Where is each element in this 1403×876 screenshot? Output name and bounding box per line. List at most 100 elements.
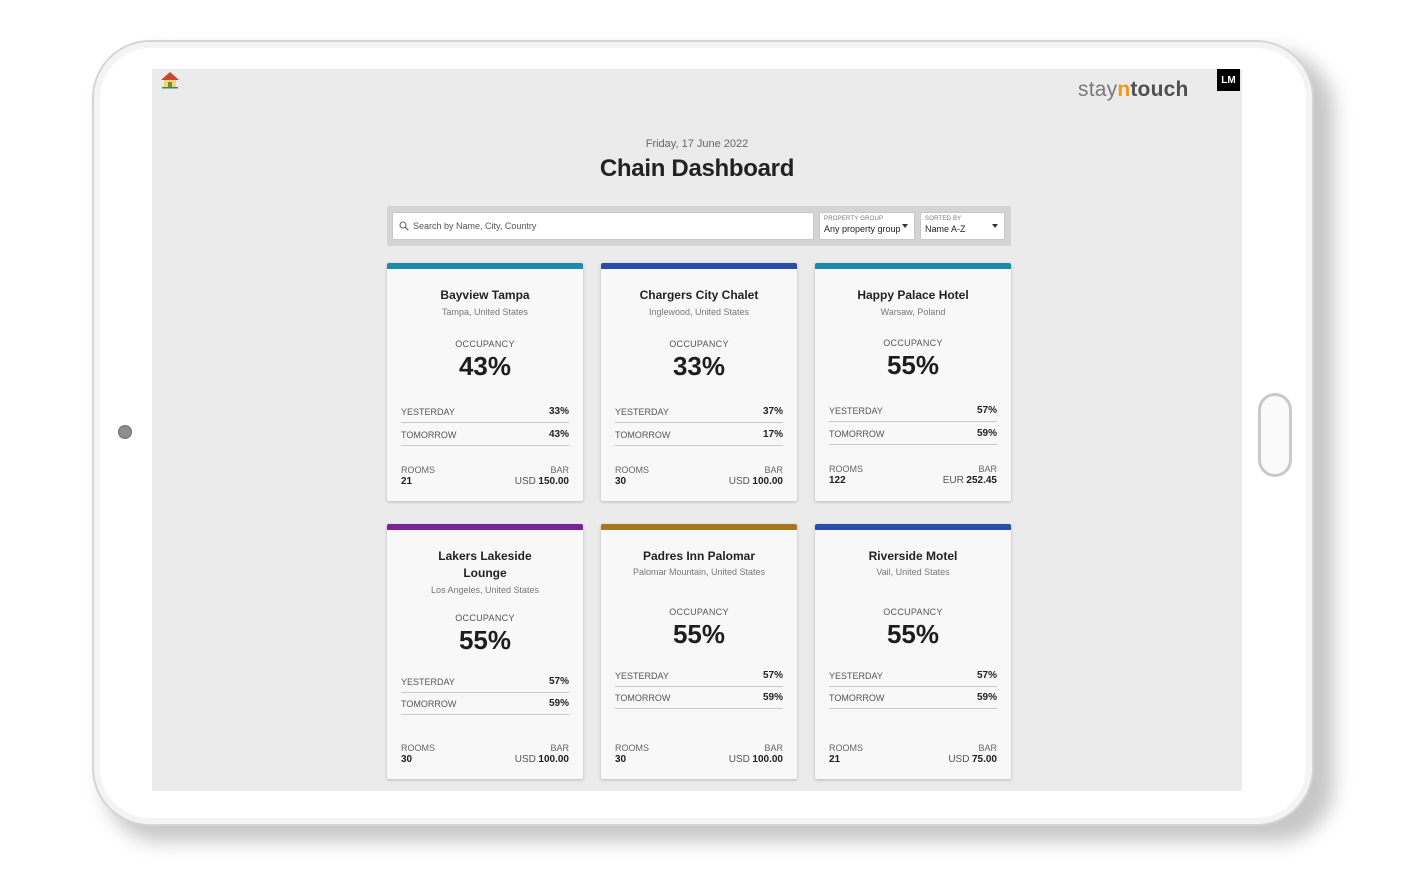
rooms-block: ROOMS 30 — [615, 465, 649, 487]
rooms-label: ROOMS — [615, 465, 650, 475]
bar-label: BAR — [978, 464, 997, 474]
rooms-value: 30 — [615, 754, 627, 765]
home-button[interactable] — [1258, 393, 1292, 477]
card-accent-stripe — [387, 524, 583, 530]
page-date: Friday, 17 June 2022 — [645, 138, 749, 150]
property-card[interactable]: Bayview Tampa Tampa, United States OCCUP… — [387, 263, 583, 501]
yesterday-row: YESTERDAY 57% — [829, 665, 997, 687]
tomorrow-label: TOMORROW — [615, 429, 671, 440]
bar-label: BAR — [764, 743, 783, 753]
sort-label: SORTED BY — [925, 216, 962, 222]
rooms-label: ROOMS — [401, 465, 436, 475]
bar-block: BAR EUR 252.45 — [943, 464, 997, 486]
occupancy-label: OCCUPANCY — [455, 339, 515, 349]
bar-currency: USD — [514, 476, 536, 487]
yesterday-value: 37% — [762, 406, 783, 417]
tomorrow-row: TOMORROW 59% — [829, 423, 997, 445]
occupancy-label: OCCUPANCY — [669, 607, 729, 617]
tomorrow-value: 43% — [548, 429, 569, 440]
camera-icon — [118, 425, 132, 439]
yesterday-label: YESTERDAY — [615, 670, 669, 681]
search-box[interactable] — [392, 212, 814, 240]
occupancy-value: 55% — [886, 619, 940, 649]
property-name: Lakers Lakeside Lounge — [438, 549, 532, 580]
yesterday-row: YESTERDAY 57% — [829, 400, 997, 422]
property-card[interactable]: Padres Inn Palomar Palomar Mountain, Uni… — [601, 524, 797, 779]
page-title: Chain Dashboard — [599, 155, 795, 182]
yesterday-label: YESTERDAY — [829, 405, 883, 416]
occupancy-label: OCCUPANCY — [883, 338, 943, 348]
bar-label: BAR — [550, 743, 569, 753]
brand-logo: stayntouch — [1078, 78, 1189, 101]
rooms-block: ROOMS 21 — [401, 465, 435, 487]
rooms-block: ROOMS 21 — [829, 743, 863, 765]
tomorrow-value: 59% — [976, 428, 997, 439]
occupancy-value: 55% — [458, 625, 512, 655]
bar-currency: EUR — [942, 475, 964, 486]
rooms-block: ROOMS 30 — [401, 743, 435, 765]
tomorrow-label: TOMORROW — [401, 429, 457, 440]
user-avatar[interactable]: LM — [1217, 69, 1240, 91]
yesterday-row: YESTERDAY 37% — [615, 401, 783, 423]
property-location: Los Angeles, United States — [430, 585, 540, 595]
yesterday-row: YESTERDAY 57% — [615, 665, 783, 687]
tomorrow-row: TOMORROW 59% — [829, 687, 997, 709]
hotel-logo-icon[interactable] — [160, 71, 180, 89]
sort-select[interactable]: SORTED BY Name A-Z — [920, 212, 1005, 240]
property-card[interactable]: Chargers City Chalet Inglewood, United S… — [601, 263, 797, 501]
rooms-value: 30 — [401, 754, 413, 765]
tomorrow-label: TOMORROW — [829, 692, 885, 703]
bar-block: BAR USD 100.00 — [729, 743, 783, 765]
rooms-label: ROOMS — [829, 743, 864, 753]
rooms-value: 21 — [829, 754, 841, 765]
yesterday-value: 57% — [762, 670, 783, 681]
card-accent-stripe — [815, 524, 1011, 530]
yesterday-row: YESTERDAY 57% — [401, 671, 569, 693]
property-group-select[interactable]: PROPERTY GROUP Any property group — [819, 212, 915, 240]
rooms-value: 21 — [401, 476, 413, 487]
device-stage: stayntouch LM Friday, 17 June 2022 Chain… — [0, 0, 1403, 876]
bar-block: BAR USD 100.00 — [729, 465, 783, 487]
caret-down-icon — [902, 224, 908, 228]
card-accent-stripe — [387, 263, 583, 269]
bar-block: BAR USD 150.00 — [515, 465, 569, 487]
yesterday-label: YESTERDAY — [615, 406, 669, 417]
tomorrow-value: 59% — [976, 692, 997, 703]
rooms-value: 30 — [615, 476, 627, 487]
bar-label: BAR — [764, 465, 783, 475]
search-icon — [399, 221, 409, 231]
property-name: Padres Inn Palomar — [642, 549, 756, 563]
property-name: Riverside Motel — [868, 549, 958, 563]
property-card[interactable]: Riverside Motel Vail, United States OCCU… — [815, 524, 1011, 779]
property-card[interactable]: Lakers Lakeside Lounge Los Angeles, Unit… — [387, 524, 583, 779]
card-accent-stripe — [601, 263, 797, 269]
tomorrow-row: TOMORROW 59% — [615, 687, 783, 709]
property-group-value: Any property group — [824, 224, 901, 234]
caret-down-icon — [992, 224, 998, 228]
property-location: Warsaw, Poland — [880, 307, 946, 317]
bar-value: 100.00 — [752, 754, 783, 765]
property-card[interactable]: Happy Palace Hotel Warsaw, Poland OCCUPA… — [815, 263, 1011, 501]
bar-label: BAR — [550, 465, 569, 475]
rooms-value: 122 — [829, 475, 846, 486]
yesterday-value: 33% — [548, 406, 569, 417]
rooms-label: ROOMS — [401, 743, 436, 753]
yesterday-value: 57% — [976, 670, 997, 681]
bar-currency: USD — [728, 476, 750, 487]
occupancy-label: OCCUPANCY — [669, 339, 729, 349]
property-group-label: PROPERTY GROUP — [824, 216, 884, 222]
tomorrow-label: TOMORROW — [401, 698, 457, 709]
bar-currency: USD — [948, 754, 970, 765]
card-accent-stripe — [815, 263, 1011, 269]
bar-value: 252.45 — [966, 475, 997, 486]
rooms-label: ROOMS — [829, 464, 864, 474]
occupancy-label: OCCUPANCY — [883, 607, 943, 617]
search-input[interactable] — [413, 221, 793, 231]
occupancy-value: 33% — [672, 351, 726, 381]
bar-currency: USD — [728, 754, 750, 765]
occupancy-label: OCCUPANCY — [455, 613, 515, 623]
tomorrow-value: 59% — [548, 698, 569, 709]
yesterday-label: YESTERDAY — [829, 670, 883, 681]
yesterday-label: YESTERDAY — [401, 676, 455, 687]
bar-value: 150.00 — [538, 476, 569, 487]
